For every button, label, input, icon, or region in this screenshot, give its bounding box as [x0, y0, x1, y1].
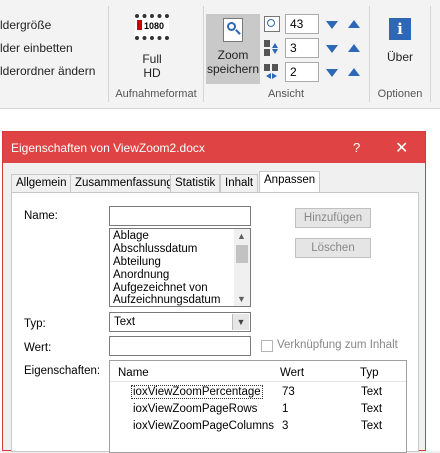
- columns-up-icon[interactable]: [348, 68, 360, 76]
- link-checkbox-label: Verknüpfung zum Inhalt: [277, 339, 398, 351]
- row-name: ioxViewZoomPageColumns: [133, 420, 275, 432]
- columns-down-icon[interactable]: [326, 69, 338, 77]
- ribbon-cmd-embed[interactable]: lder einbetten: [0, 41, 73, 55]
- about-button[interactable]: i Über: [380, 18, 420, 64]
- properties-table: Name Wert Typ ioxViewZoomPercentage 73 T…: [109, 360, 407, 453]
- page-columns-input[interactable]: 2: [285, 62, 319, 82]
- tab-anpassen[interactable]: Anpassen: [259, 171, 321, 193]
- zoom-percent-icon: [264, 16, 280, 32]
- row-name: ioxViewZoomPercentage: [131, 385, 263, 399]
- column-header-type[interactable]: Typ: [360, 367, 379, 379]
- row-value: 73: [282, 386, 295, 398]
- ribbon-cmd-size[interactable]: ldergröße: [0, 18, 51, 32]
- list-item[interactable]: Aufgezeichnet von: [113, 282, 208, 294]
- type-select-value: Text: [114, 316, 136, 328]
- table-row[interactable]: ioxViewZoomPercentage 73 Text: [110, 385, 406, 400]
- table-row[interactable]: ioxViewZoomPageColumns 3 Text: [110, 419, 406, 434]
- rows-down-icon[interactable]: [326, 45, 338, 53]
- list-item[interactable]: Abteilung: [113, 256, 161, 268]
- properties-dialog: Eigenschaften von ViewZoom2.docx ? ✕ All…: [2, 131, 426, 453]
- zoom-up-icon[interactable]: [348, 20, 360, 28]
- type-label: Typ:: [24, 318, 46, 330]
- dialog-title-bar: Eigenschaften von ViewZoom2.docx ? ✕: [3, 132, 425, 163]
- zoom-percent-input[interactable]: 43: [285, 14, 319, 34]
- group-label-ansicht: Ansicht: [267, 88, 305, 100]
- close-icon[interactable]: ✕: [395, 138, 408, 158]
- page-rows-icon: [264, 40, 278, 56]
- header-divider: [110, 381, 406, 382]
- add-button[interactable]: Hinzufügen: [295, 208, 371, 228]
- table-row[interactable]: ioxViewZoomPageRows 1 Text: [110, 402, 406, 417]
- film-1080-icon: 1080: [135, 14, 169, 40]
- chevron-down-icon[interactable]: ▼: [232, 314, 249, 330]
- list-item[interactable]: Ablage: [113, 230, 149, 242]
- zoom-down-icon[interactable]: [326, 21, 338, 29]
- group-label-aufnahmeformat: Aufnahmeformat: [115, 88, 197, 100]
- row-type: Text: [361, 420, 383, 432]
- name-options-list[interactable]: Ablage Abschlussdatum Abteilung Anordnun…: [109, 228, 251, 307]
- full-hd-label-2: HD: [143, 66, 161, 80]
- full-hd-button[interactable]: 1080 Full HD: [128, 14, 176, 80]
- delete-button[interactable]: Löschen: [295, 238, 371, 258]
- about-label: Über: [386, 50, 413, 64]
- type-select[interactable]: Text ▼: [109, 312, 251, 332]
- list-item[interactable]: Anordnung: [113, 269, 169, 281]
- value-label: Wert:: [24, 342, 52, 354]
- row-value: 3: [282, 420, 289, 432]
- column-header-name[interactable]: Name: [118, 367, 149, 379]
- ribbon-cmd-change-folder[interactable]: lderordner ändern: [0, 64, 95, 78]
- page-columns-icon: [264, 64, 278, 79]
- value-input[interactable]: [109, 336, 251, 356]
- zoom-save-button[interactable]: Zoom speichern: [206, 14, 260, 84]
- list-item[interactable]: Aufzeichnungsdatum: [113, 294, 220, 306]
- page-rows-input[interactable]: 3: [285, 38, 319, 58]
- column-header-value[interactable]: Wert: [280, 367, 304, 379]
- zoom-label-1: Zoom: [217, 48, 249, 62]
- dialog-title: Eigenschaften von ViewZoom2.docx: [11, 141, 205, 155]
- info-icon: i: [389, 18, 411, 40]
- scroll-up-icon[interactable]: ▲: [237, 231, 246, 241]
- zoom-label-2: speichern: [206, 62, 260, 76]
- row-value: 1: [282, 403, 289, 415]
- tab-inhalt[interactable]: Inhalt: [220, 174, 259, 192]
- row-type: Text: [361, 386, 383, 398]
- scroll-thumb[interactable]: [236, 245, 248, 263]
- ribbon-separator: [430, 6, 431, 102]
- row-type: Text: [361, 403, 383, 415]
- link-checkbox[interactable]: [261, 340, 273, 352]
- custom-properties-panel: Name: Hinzufügen Löschen Ablage Abschlus…: [11, 192, 419, 453]
- tab-allgemein[interactable]: Allgemein: [11, 174, 72, 192]
- properties-label: Eigenschaften:: [24, 365, 101, 377]
- full-hd-label-1: Full: [142, 52, 162, 66]
- help-button[interactable]: ?: [353, 140, 360, 155]
- row-name: ioxViewZoomPageRows: [133, 403, 258, 415]
- rows-up-icon[interactable]: [348, 44, 360, 52]
- name-input[interactable]: [109, 206, 251, 226]
- list-scrollbar[interactable]: ▲ ▼: [234, 229, 250, 306]
- ribbon: ldergröße lder einbetten lderordner ände…: [0, 0, 440, 109]
- film-badge-text: 1080: [144, 21, 165, 31]
- list-item[interactable]: Abschlussdatum: [113, 243, 197, 255]
- scroll-down-icon[interactable]: ▼: [237, 294, 246, 304]
- tab-statistik[interactable]: Statistik: [170, 174, 221, 192]
- group-label-optionen: Optionen: [377, 88, 423, 100]
- name-label: Name:: [24, 210, 58, 222]
- magnifier-page-icon: [223, 18, 243, 42]
- tab-zusammenfassung[interactable]: Zusammenfassung: [70, 174, 178, 192]
